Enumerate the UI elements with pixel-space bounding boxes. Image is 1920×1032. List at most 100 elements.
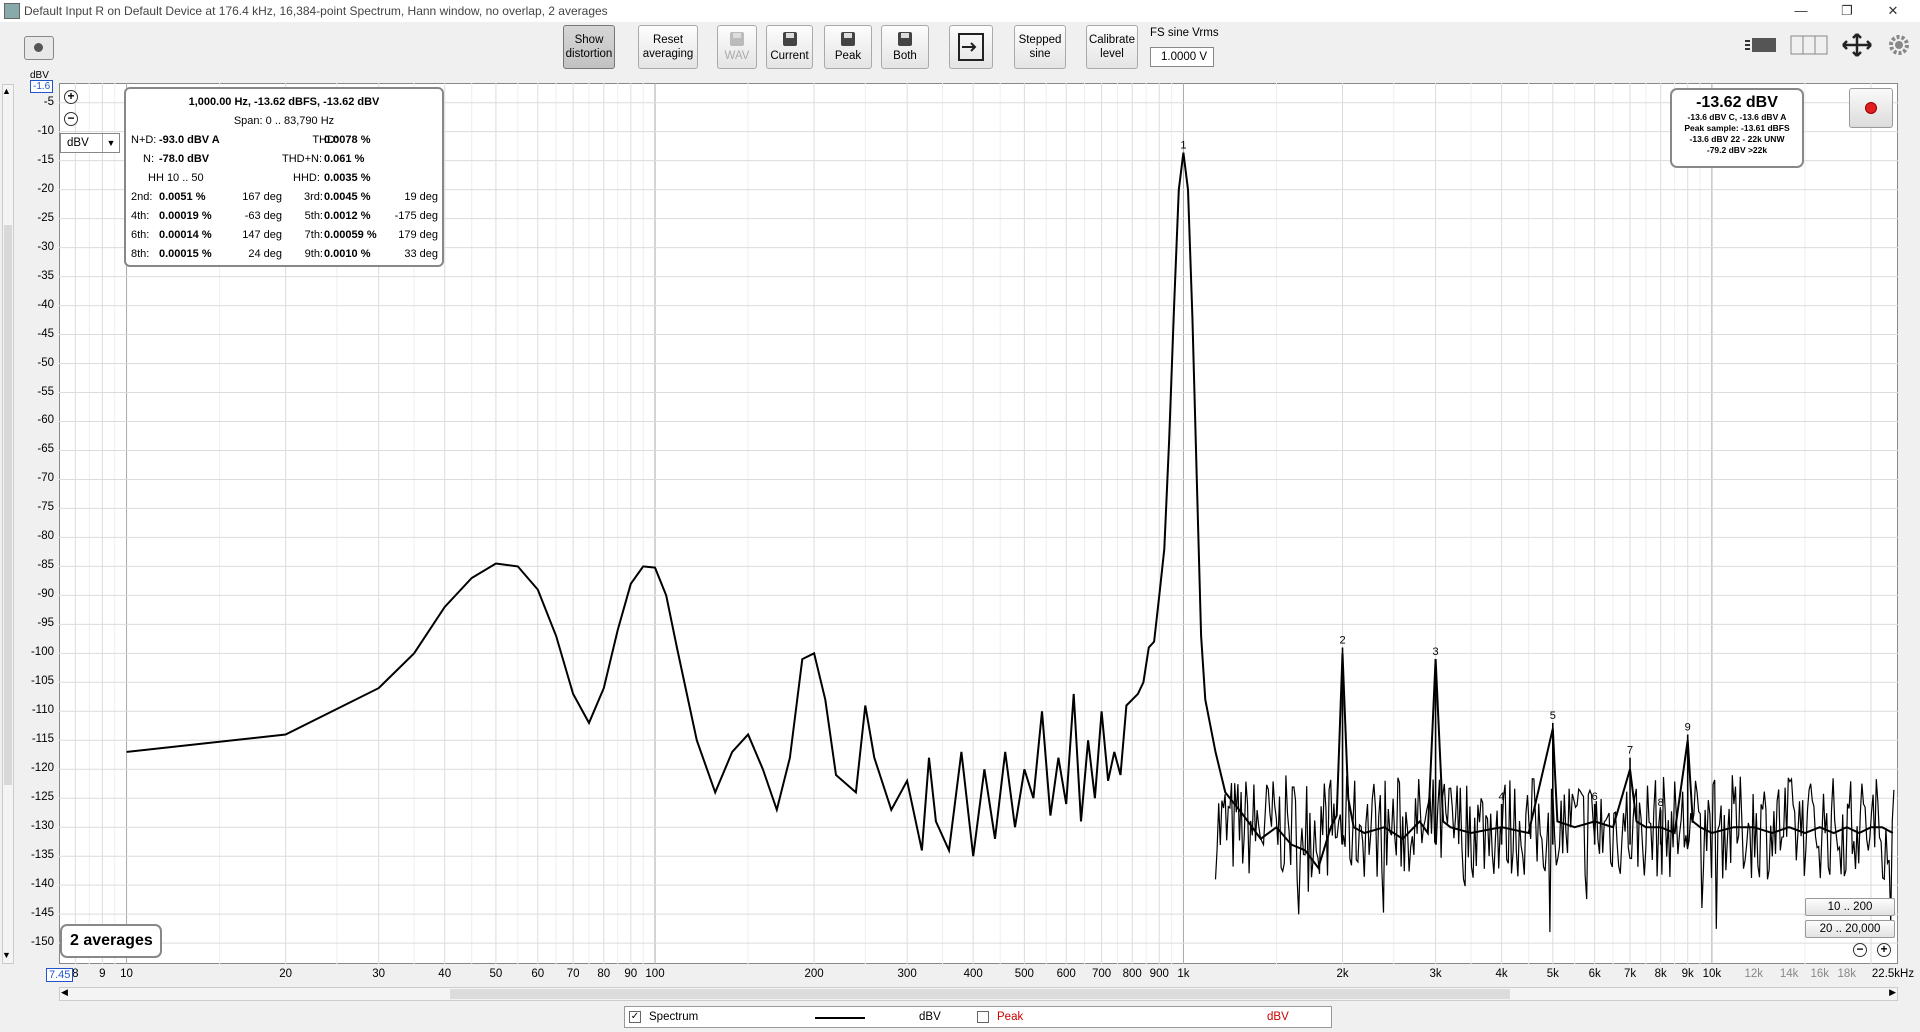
current-button[interactable]: Current <box>766 25 813 69</box>
scroll-up-arrow-icon[interactable]: ▲ <box>2 86 11 96</box>
harmonic-v1: 0.00014 % <box>159 229 212 241</box>
level-line-4: -79.2 dBV >22k <box>1706 145 1768 155</box>
harmonic-l1: 6th: <box>131 229 150 241</box>
x-tick-label: 9 <box>99 968 106 980</box>
harmonic-marker-6: 6 <box>1592 791 1598 803</box>
y-tick-label: -105 <box>30 675 54 688</box>
y-tick-label: -65 <box>37 443 54 456</box>
x-tick-label: 80 <box>597 968 611 980</box>
harmonic-l1: 8th: <box>131 248 150 260</box>
y-tick-label: -75 <box>37 501 54 514</box>
harmonic-v2: 0.0045 % <box>324 191 371 203</box>
gear-icon-graphic <box>1889 35 1909 55</box>
harmonic-marker-7: 7 <box>1627 745 1633 757</box>
spectrum-legend-unit: dBV <box>919 1011 941 1023</box>
y-tick-label: -100 <box>30 646 54 659</box>
window-title: Default Input R on Default Device at 176… <box>24 4 608 18</box>
vertical-scroll-thumb[interactable] <box>4 225 12 785</box>
expand-arrows-icon[interactable] <box>1840 32 1874 58</box>
scroll-down-arrow-icon[interactable]: ▼ <box>2 950 11 960</box>
x-tick-label: 400 <box>963 968 983 980</box>
x-tick-label: 60 <box>531 968 545 980</box>
zoom-in-x-icon[interactable]: + <box>1877 943 1891 957</box>
x-tick-label: 7k <box>1623 968 1637 980</box>
scroll-left-arrow-icon[interactable]: ◀ <box>61 987 68 998</box>
y-axis-top-value[interactable]: -1.6 <box>30 80 54 93</box>
y-tick-label: -115 <box>31 733 54 746</box>
layout-icon[interactable] <box>1744 34 1780 56</box>
spectrum-checkbox[interactable]: ✓ <box>629 1011 641 1023</box>
range-10-200-button[interactable]: 10 .. 200 <box>1805 898 1895 916</box>
thd-value: 0.0078 % <box>324 134 371 146</box>
x-tick-label: 300 <box>897 968 917 980</box>
peak-button[interactable]: Peak <box>824 25 872 69</box>
level-line-1: -13.6 dBV C, -13.6 dBV A <box>1687 112 1787 122</box>
wav-button[interactable]: WAV <box>717 25 757 69</box>
x-tick-label: 8k <box>1654 968 1667 980</box>
harmonic-d1: -63 deg <box>244 210 282 222</box>
gear-icon[interactable] <box>1888 34 1910 56</box>
y-tick-label: -15 <box>37 153 54 166</box>
x-tick-label: 100 <box>645 968 665 980</box>
harmonic-marker-4: 4 <box>1499 791 1505 803</box>
harmonic-l1: 2nd: <box>131 191 153 203</box>
save-icon <box>898 31 912 46</box>
harmonic-v1: 0.00015 % <box>159 248 212 260</box>
harmonic-v2: 0.00059 % <box>324 229 377 241</box>
y-tick-label: -30 <box>37 240 54 253</box>
y-tick-label: -135 <box>30 849 54 862</box>
x-tick-label: 700 <box>1091 968 1112 980</box>
reset-averaging-button[interactable]: Reset averaging <box>638 25 698 69</box>
export-button[interactable] <box>949 25 993 69</box>
calibrate-level-label-1: Calibrate <box>1088 34 1136 46</box>
minimize-button[interactable]: — <box>1778 0 1824 22</box>
y-tick-label: -120 <box>30 762 54 775</box>
harmonic-v2: 0.0010 % <box>324 248 371 260</box>
x-tick-label: 10k <box>1702 968 1722 980</box>
harmonic-l2: 7th: <box>304 229 323 241</box>
harmonic-v2: 0.0012 % <box>324 210 371 222</box>
camera-icon[interactable] <box>24 36 54 60</box>
vertical-scrollbar[interactable] <box>2 84 14 964</box>
wav-label: WAV <box>724 49 750 62</box>
calibrate-level-button[interactable]: Calibrate level <box>1086 25 1138 69</box>
zoom-out-y-icon[interactable]: − <box>64 112 78 126</box>
panels-icon[interactable] <box>1790 34 1828 56</box>
x-tick-label: 1k <box>1177 968 1190 980</box>
y-tick-label: -85 <box>37 559 54 572</box>
x-tick-label: 14k <box>1779 968 1799 980</box>
y-tick-label: -90 <box>37 588 54 601</box>
y-tick-label: -110 <box>31 704 54 717</box>
range-20-20000-button[interactable]: 20 .. 20,000 <box>1805 920 1895 938</box>
record-button[interactable] <box>1849 88 1893 128</box>
horizontal-scroll-thumb[interactable] <box>450 989 1510 999</box>
y-tick-label: -130 <box>30 820 54 833</box>
x-tick-label: 9k <box>1681 968 1694 980</box>
stepped-sine-button[interactable]: Stepped sine <box>1014 25 1066 69</box>
x-tick-label: 200 <box>804 968 824 980</box>
restore-button[interactable]: ❐ <box>1824 0 1870 22</box>
x-tick-label: 18k <box>1837 968 1857 980</box>
horizontal-scrollbar[interactable]: ◀ ▶ <box>59 987 1898 1001</box>
zoom-in-y-icon[interactable]: + <box>64 90 78 104</box>
y-tick-label: -125 <box>30 791 54 804</box>
chevron-down-icon: ▼ <box>102 134 119 152</box>
zoom-out-x-icon[interactable]: − <box>1853 943 1867 957</box>
show-distortion-button[interactable]: Show distortion <box>563 25 615 69</box>
x-tick-label: 90 <box>624 968 638 980</box>
y-tick-label: -10 <box>37 124 54 137</box>
y-tick-label: -45 <box>37 327 54 340</box>
fs-sine-input[interactable]: 1.0000 V <box>1150 47 1214 67</box>
close-button[interactable]: ✕ <box>1870 0 1916 22</box>
x-tick-label: 12k <box>1744 968 1763 980</box>
stepped-sine-label-2: sine <box>1029 48 1051 60</box>
y-tick-label: -35 <box>37 269 54 282</box>
x-axis-start-value[interactable]: 7.45 <box>46 968 74 982</box>
measurement-span: Span: 0 .. 83,790 Hz <box>233 115 335 127</box>
x-tick-label: 4k <box>1495 968 1508 980</box>
y-unit-select[interactable]: dBV ▼ <box>60 133 120 153</box>
peak-checkbox[interactable] <box>977 1011 989 1023</box>
both-button[interactable]: Both <box>881 25 929 69</box>
scroll-right-arrow-icon[interactable]: ▶ <box>1889 987 1896 998</box>
y-tick-label: -5 <box>43 95 54 108</box>
